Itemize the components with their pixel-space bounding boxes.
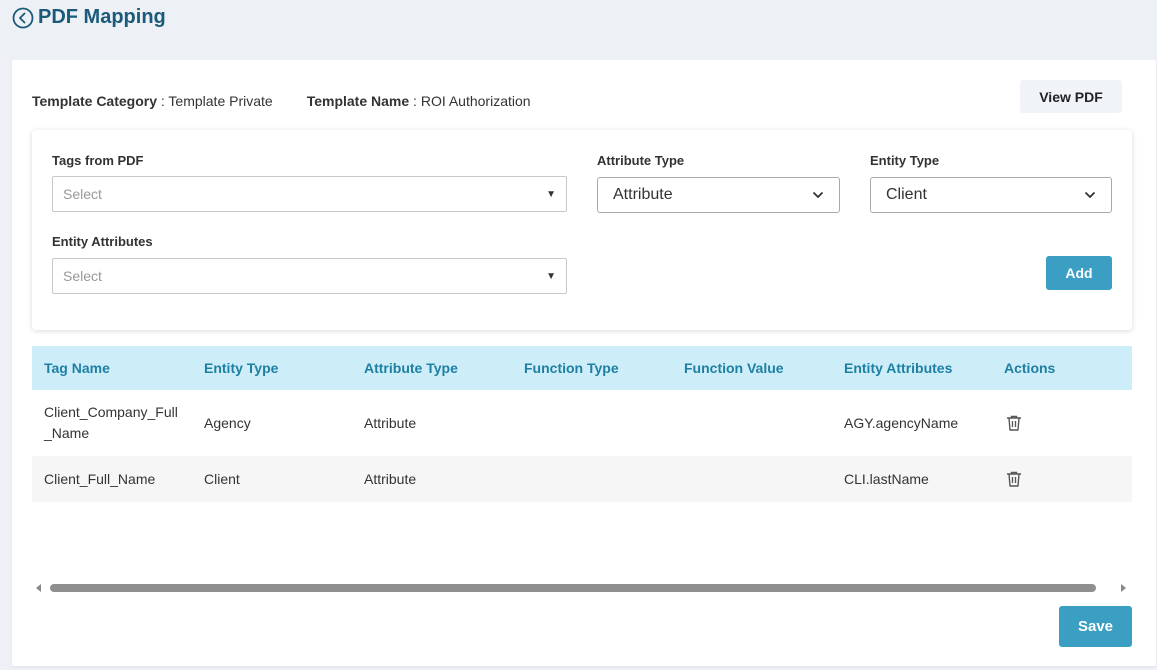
attribute-type-cell: Attribute xyxy=(364,470,417,487)
scrollbar-thumb[interactable] xyxy=(50,584,1096,592)
tags-from-pdf-label: Tags from PDF xyxy=(52,153,144,168)
table-row: Client_Company_Full _Name Agency Attribu… xyxy=(32,390,1132,456)
template-meta: Template Category : Template Private Tem… xyxy=(32,93,531,109)
column-header: Actions xyxy=(1004,360,1056,376)
attribute-type-label: Attribute Type xyxy=(597,153,685,168)
tag-name-line: Client_Company_Full xyxy=(44,404,178,420)
column-header: Function Value xyxy=(684,360,784,376)
tag-name-cell: Client_Company_Full _Name xyxy=(32,402,192,444)
page-header: PDF Mapping xyxy=(12,6,166,29)
column-header: Entity Attributes xyxy=(844,360,953,376)
caret-down-icon: ▼ xyxy=(546,270,556,282)
view-pdf-button[interactable]: View PDF xyxy=(1020,80,1122,113)
mapping-table: Tag Name Entity Type Attribute Type Func… xyxy=(32,346,1132,504)
entity-type-cell: Agency xyxy=(204,414,251,431)
entity-attributes-label: Entity Attributes xyxy=(52,234,153,249)
horizontal-scrollbar[interactable] xyxy=(32,580,1132,596)
trash-icon[interactable] xyxy=(1005,414,1023,432)
mapping-form: Tags from PDF Select ▼ Attribute Type At… xyxy=(32,130,1132,330)
trash-icon[interactable] xyxy=(1005,470,1023,488)
column-header: Entity Type xyxy=(204,360,279,376)
entity-attributes-cell: AGY.agencyName xyxy=(844,414,959,431)
template-category: Template Category : Template Private xyxy=(32,93,273,109)
mapping-card: Template Category : Template Private Tem… xyxy=(12,60,1156,666)
attribute-type-value: Attribute xyxy=(613,186,673,203)
entity-type-select[interactable]: Client xyxy=(870,177,1112,213)
actions-cell xyxy=(992,414,1132,432)
tags-from-pdf-select[interactable]: Select ▼ xyxy=(52,176,567,212)
attribute-type-select[interactable]: Attribute xyxy=(597,177,840,213)
tag-name-line: _Name xyxy=(44,425,90,441)
template-name: Template Name : ROI Authorization xyxy=(307,93,531,109)
template-name-value: ROI Authorization xyxy=(420,93,531,109)
template-name-separator: : xyxy=(409,93,421,109)
template-category-label: Template Category xyxy=(32,93,157,109)
attribute-type-cell: Attribute xyxy=(364,414,417,431)
template-name-label: Template Name xyxy=(306,93,410,109)
page-title: PDF Mapping xyxy=(38,6,166,28)
tag-name-cell: Client_Full_Name xyxy=(44,470,156,487)
table-header: Tag Name Entity Type Attribute Type Func… xyxy=(32,346,1132,390)
template-category-value: Template Private xyxy=(168,93,273,109)
scroll-left-arrow-icon[interactable] xyxy=(36,584,41,592)
chevron-down-icon xyxy=(812,191,824,199)
table-row: Client_Full_Name Client Attribute CLI.la… xyxy=(32,456,1132,502)
template-category-separator: : xyxy=(157,93,169,109)
entity-attributes-select[interactable]: Select ▼ xyxy=(52,258,567,294)
entity-type-value: Client xyxy=(886,186,927,203)
add-button[interactable]: Add xyxy=(1046,256,1112,290)
chevron-left-circle-icon[interactable] xyxy=(12,7,34,29)
chevron-down-icon xyxy=(1084,191,1096,199)
entity-attributes-placeholder: Select xyxy=(63,268,102,284)
save-button[interactable]: Save xyxy=(1059,606,1132,647)
column-header: Tag Name xyxy=(44,360,110,376)
column-header: Attribute Type xyxy=(364,360,458,376)
caret-down-icon: ▼ xyxy=(546,188,556,200)
entity-type-label: Entity Type xyxy=(870,153,940,168)
tags-from-pdf-placeholder: Select xyxy=(63,186,102,202)
scroll-right-arrow-icon[interactable] xyxy=(1121,584,1126,592)
actions-cell xyxy=(992,470,1132,488)
column-header: Function Type xyxy=(524,360,619,376)
entity-attributes-cell: CLI.lastName xyxy=(844,470,929,487)
entity-type-cell: Client xyxy=(204,470,240,487)
